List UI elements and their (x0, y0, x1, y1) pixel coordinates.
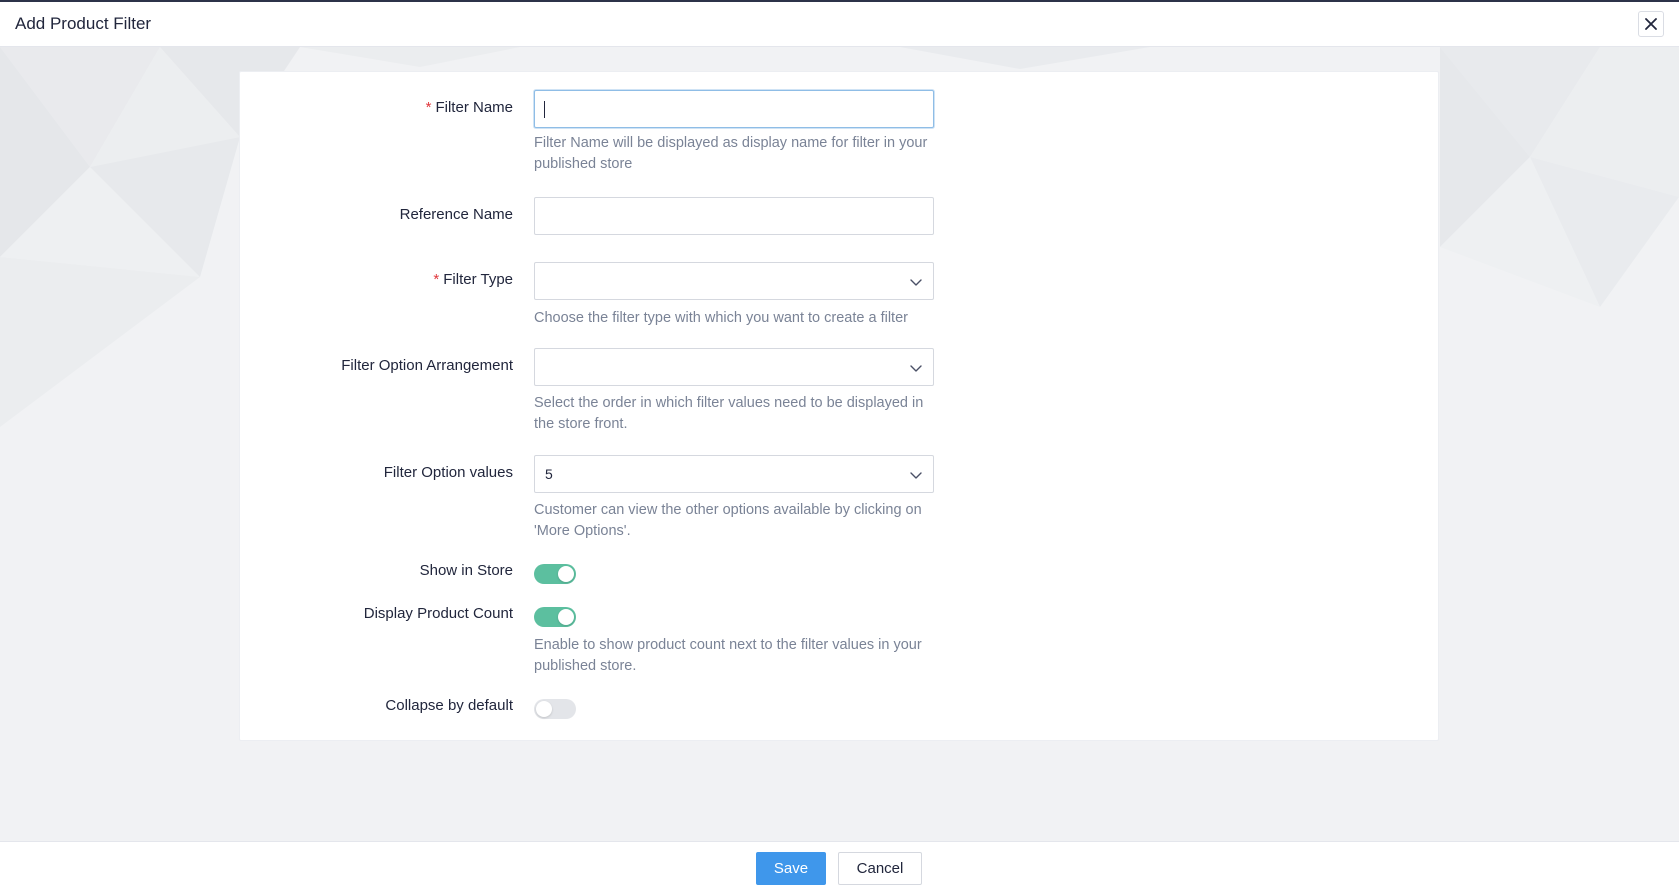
filter-type-help: Choose the filter type with which you wa… (534, 310, 908, 326)
filter-option-arrangement-help: Select the order in which filter values … (534, 395, 924, 432)
display-product-count-toggle[interactable] (534, 607, 576, 627)
reference-name-input[interactable] (534, 197, 934, 235)
filter-option-values-value: 5 (545, 466, 553, 482)
save-button[interactable]: Save (756, 852, 826, 885)
chevron-down-icon (910, 279, 922, 286)
toggle-knob (558, 609, 574, 625)
chevron-down-icon (910, 365, 922, 372)
close-button[interactable] (1638, 11, 1664, 37)
filter-name-input[interactable] (534, 90, 934, 128)
dialog-header: Add Product Filter (0, 2, 1679, 47)
chevron-down-icon (910, 472, 922, 479)
filter-name-help: Filter Name will be displayed as display… (534, 135, 928, 172)
display-product-count-label: Display Product Count (363, 605, 513, 622)
form-card: * Filter Name Filter Name will be display… (239, 71, 1439, 741)
filter-type-label: * Filter Type (433, 271, 513, 288)
filter-name-label: * Filter Name (426, 99, 513, 116)
collapse-by-default-toggle[interactable] (534, 699, 576, 719)
close-icon (1645, 18, 1657, 30)
required-mark: * (433, 271, 440, 288)
dialog-title: Add Product Filter (15, 14, 152, 33)
filter-option-values-label: Filter Option values (383, 464, 513, 481)
dialog-footer: Save Cancel (0, 841, 1679, 891)
filter-option-values-select[interactable]: 5 (534, 455, 934, 493)
text-caret (544, 101, 545, 118)
toggle-knob (536, 701, 552, 717)
filter-option-values-help: Customer can view the other options avai… (534, 502, 922, 539)
reference-name-label: Reference Name (399, 206, 513, 223)
filter-option-arrangement-select[interactable] (534, 348, 934, 386)
cancel-button[interactable]: Cancel (838, 852, 922, 885)
show-in-store-toggle[interactable] (534, 564, 576, 584)
required-mark: * (425, 99, 432, 116)
filter-type-label-text: Filter Type (443, 271, 513, 288)
collapse-by-default-label: Collapse by default (385, 697, 513, 714)
filter-type-select[interactable] (534, 262, 934, 300)
toggle-knob (558, 566, 574, 582)
display-product-count-help: Enable to show product count next to the… (534, 637, 922, 674)
show-in-store-label: Show in Store (419, 562, 513, 579)
dialog-body: * Filter Name Filter Name will be display… (0, 47, 1679, 841)
filter-name-label-text: Filter Name (435, 99, 513, 116)
filter-option-arrangement-label: Filter Option Arrangement (341, 357, 513, 374)
